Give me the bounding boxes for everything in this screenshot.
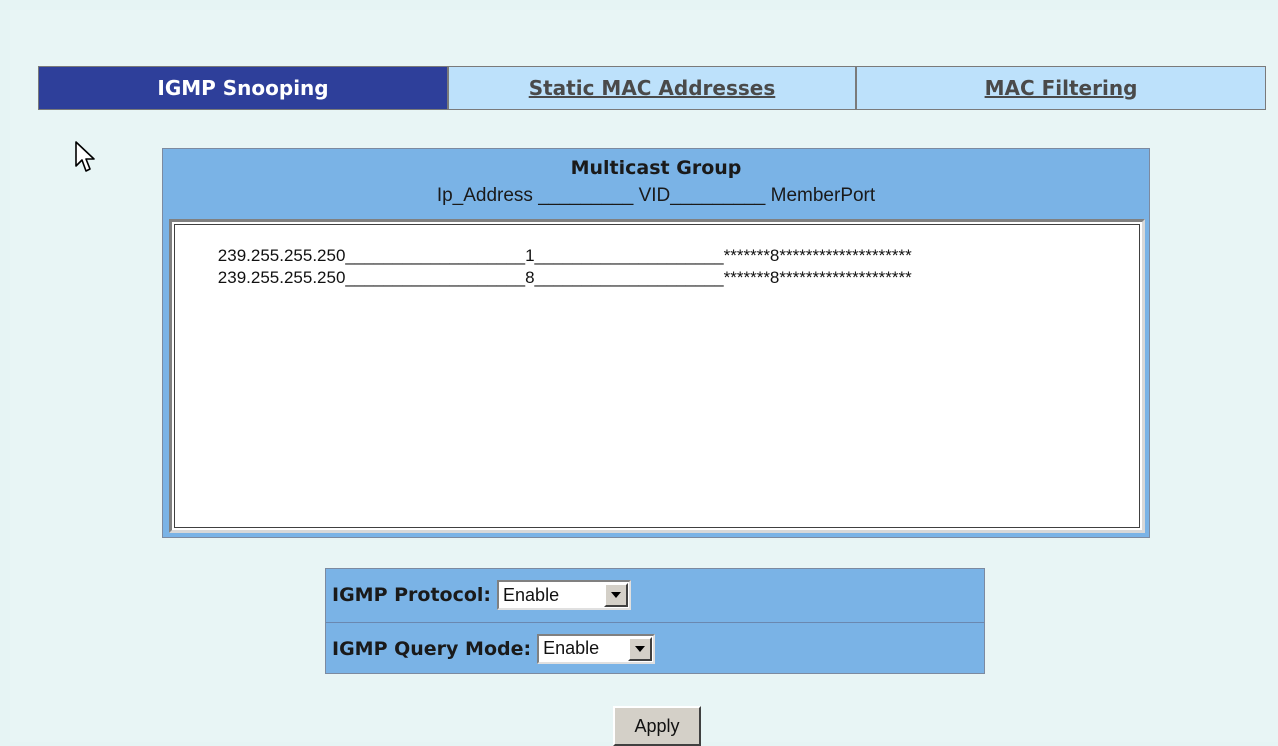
igmp-protocol-row: IGMP Protocol: Enable	[326, 569, 984, 621]
tab-static-mac-addresses[interactable]: Static MAC Addresses	[449, 67, 857, 109]
igmp-protocol-value: Enable	[503, 584, 560, 605]
multicast-group-panel: Multicast Group Ip_Address _________ VID…	[162, 148, 1150, 538]
tab-mac-filtering[interactable]: MAC Filtering	[857, 67, 1265, 109]
igmp-query-mode-label: IGMP Query Mode:	[332, 637, 532, 660]
igmp-query-mode-select[interactable]: Enable	[537, 633, 656, 664]
igmp-protocol-label: IGMP Protocol:	[332, 584, 492, 606]
tab-igmp-snooping[interactable]: IGMP Snooping	[39, 67, 449, 109]
apply-button[interactable]: Apply	[613, 706, 701, 746]
row-ip: 239.255.255.250	[217, 268, 346, 287]
igmp-query-mode-value: Enable	[543, 638, 600, 658]
page: IGMP Snooping Static MAC Addresses MAC F…	[10, 10, 1278, 746]
igmp-query-mode-row: IGMP Query Mode: Enable	[326, 622, 984, 674]
multicast-group-title: Multicast Group	[570, 157, 742, 179]
igmp-protocol-select[interactable]: Enable	[497, 580, 632, 610]
tab-bar: IGMP Snooping Static MAC Addresses MAC F…	[38, 66, 1266, 110]
igmp-settings-table: IGMP Protocol: Enable IGMP Query Mode: E…	[325, 568, 985, 674]
chevron-down-icon[interactable]	[628, 636, 653, 661]
row-member-port: *******8********************	[723, 268, 912, 287]
list-item[interactable]: 239.255.255.250___________________8_____…	[180, 248, 1140, 308]
chevron-down-icon[interactable]	[604, 583, 629, 607]
arrow-cursor-icon	[74, 140, 96, 178]
multicast-columns-header: Ip_Address _________ VID_________ Member…	[436, 185, 876, 206]
multicast-group-list[interactable]: 239.255.255.250___________________1_____…	[169, 219, 1145, 533]
row-vid: 8	[525, 268, 535, 287]
